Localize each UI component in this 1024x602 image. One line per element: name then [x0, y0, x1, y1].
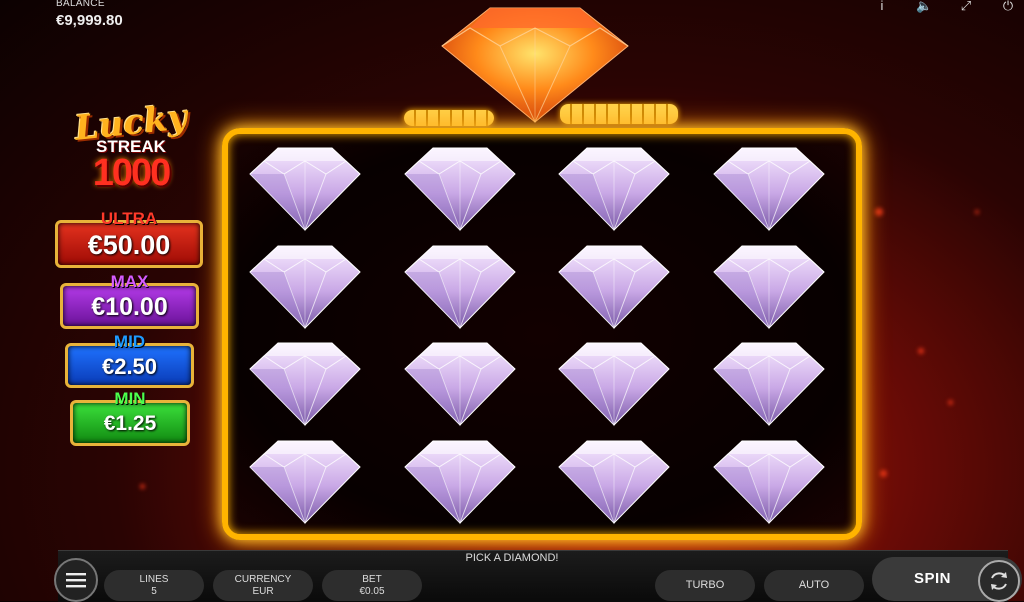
jackpot-mid-value: €2.50	[101, 354, 158, 379]
diamond-tile[interactable]	[712, 439, 826, 525]
lines-value: 5	[151, 586, 157, 597]
turbo-button[interactable]: TURBO	[655, 570, 755, 601]
diamond-tile[interactable]	[712, 244, 826, 330]
diamond-tile[interactable]	[557, 146, 671, 232]
game-logo: Lucky STREAK 1000	[70, 97, 192, 194]
jackpot-ultra: ULTRA €50.00	[55, 209, 203, 268]
jackpot-mid-label: MID	[113, 332, 146, 351]
logo-line-1: Lucky	[72, 97, 190, 149]
diamond-icon	[712, 245, 825, 329]
game-board	[222, 128, 862, 540]
diamond-icon	[403, 342, 516, 427]
balance-label: BALANCE	[56, 0, 105, 9]
jackpot-min-value: €1.25	[103, 412, 157, 435]
logo-line-3: 1000	[92, 152, 172, 194]
diamond-tile[interactable]	[248, 341, 362, 427]
diamond-tile[interactable]	[712, 341, 826, 427]
jackpot-mid: MID €2.50	[65, 332, 194, 388]
diamond-icon	[712, 147, 825, 232]
jackpot-ultra-label: ULTRA	[100, 209, 158, 228]
spin-label: SPIN	[914, 570, 952, 587]
jackpot-max-label: MAX	[110, 272, 149, 291]
lines-label: LINES	[139, 574, 169, 585]
diamond-icon	[558, 245, 670, 329]
balance-value: €9,999.80	[56, 12, 123, 29]
diamond-icon	[558, 342, 670, 427]
red-diamond-icon	[440, 6, 630, 124]
diamond-tile[interactable]	[403, 146, 517, 232]
refresh-icon	[991, 572, 1007, 590]
jackpot-min-label: MIN	[114, 389, 146, 408]
diamond-tile[interactable]	[557, 244, 671, 330]
diamond-tile[interactable]	[403, 244, 517, 330]
auto-label: AUTO	[798, 579, 830, 591]
bet-value: €0.05	[359, 586, 385, 597]
diamond-icon	[249, 147, 361, 232]
diamond-tile[interactable]	[712, 146, 826, 232]
spin-circle[interactable]	[978, 560, 1020, 602]
diamond-tile[interactable]	[403, 439, 517, 525]
lines-selector[interactable]: LINES 5	[104, 570, 204, 601]
sound-icon[interactable]: 🔈	[916, 0, 932, 14]
fullscreen-icon[interactable]: ⤢	[958, 0, 974, 14]
turbo-label: TURBO	[685, 579, 725, 591]
diamond-tile[interactable]	[248, 146, 362, 232]
hamburger-icon	[66, 573, 86, 588]
currency-selector[interactable]: CURRENCY EUR	[213, 570, 313, 601]
diamond-tile[interactable]	[557, 439, 671, 525]
status-message: PICK A DIAMOND!	[465, 552, 559, 564]
diamond-icon	[249, 245, 361, 329]
diamond-icon	[403, 245, 516, 329]
currency-label: CURRENCY	[234, 574, 292, 585]
jackpot-min: MIN €1.25	[70, 389, 190, 446]
diamond-tile[interactable]	[557, 341, 671, 427]
diamond-tile[interactable]	[248, 244, 362, 330]
bet-selector[interactable]: BET €0.05	[322, 570, 422, 601]
currency-value: EUR	[252, 586, 274, 597]
diamond-tile[interactable]	[403, 341, 517, 427]
power-icon[interactable]: ⏻	[1000, 0, 1016, 14]
diamond-icon	[558, 147, 670, 232]
diamond-icon	[712, 440, 825, 524]
diamond-icon	[403, 147, 516, 232]
jackpot-max-value: €10.00	[91, 293, 168, 321]
diamond-tile[interactable]	[248, 439, 362, 525]
bet-label: BET	[362, 574, 382, 585]
spin-button[interactable]: SPIN	[872, 557, 1022, 602]
diamond-icon	[403, 440, 516, 524]
diamond-icon	[249, 440, 361, 524]
top-icons: i 🔈 ⤢ ⏻	[874, 0, 1016, 14]
diamond-icon	[558, 440, 670, 524]
menu-button[interactable]	[54, 558, 98, 602]
info-icon[interactable]: i	[874, 0, 890, 14]
jackpot-max: MAX €10.00	[60, 272, 199, 329]
diamond-icon	[249, 342, 361, 427]
diamond-icon	[712, 342, 825, 427]
jackpot-ultra-value: €50.00	[87, 230, 171, 260]
auto-button[interactable]: AUTO	[764, 570, 864, 601]
